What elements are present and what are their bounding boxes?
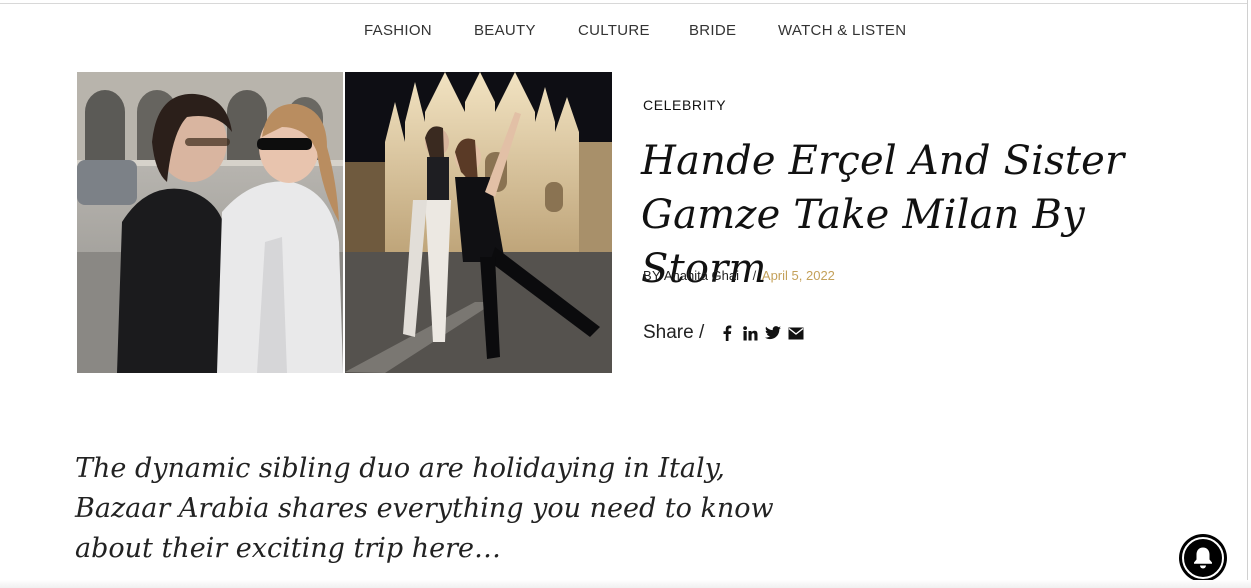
hero-image <box>77 72 612 373</box>
bottom-edge <box>0 580 1251 588</box>
main-nav: FASHION BEAUTY CULTURE BRIDE WATCH & LIS… <box>0 22 1251 42</box>
byline: BY Anahita Ghai / April 5, 2022 <box>643 268 835 283</box>
nav-item-watch-listen[interactable]: WATCH & LISTEN <box>778 22 906 39</box>
linkedin-icon[interactable] <box>741 324 759 342</box>
share-label: Share / <box>643 322 705 343</box>
share-bar: Share / <box>643 321 810 345</box>
author-name[interactable]: Anahita Ghai <box>664 268 739 283</box>
top-divider <box>0 3 1247 4</box>
email-icon[interactable] <box>787 324 805 342</box>
nav-item-culture[interactable]: CULTURE <box>578 22 650 39</box>
article-excerpt: The dynamic sibling duo are holidaying i… <box>75 453 774 564</box>
hero-photo-left <box>77 72 343 373</box>
category-tag[interactable]: CELEBRITY <box>643 97 726 113</box>
hero-photo-right <box>345 72 612 373</box>
nav-item-fashion[interactable]: FASHION <box>364 22 432 39</box>
publish-date: April 5, 2022 <box>761 268 835 283</box>
nav-item-beauty[interactable]: BEAUTY <box>474 22 536 39</box>
date-separator: / <box>752 268 757 283</box>
nav-item-bride[interactable]: BRIDE <box>689 22 736 39</box>
bell-icon <box>1194 547 1212 569</box>
twitter-icon[interactable] <box>764 324 782 342</box>
notification-bell-button[interactable] <box>1179 534 1227 582</box>
facebook-icon[interactable] <box>718 324 736 342</box>
scrollbar-edge <box>1247 0 1248 588</box>
byline-prefix: BY <box>643 268 661 283</box>
